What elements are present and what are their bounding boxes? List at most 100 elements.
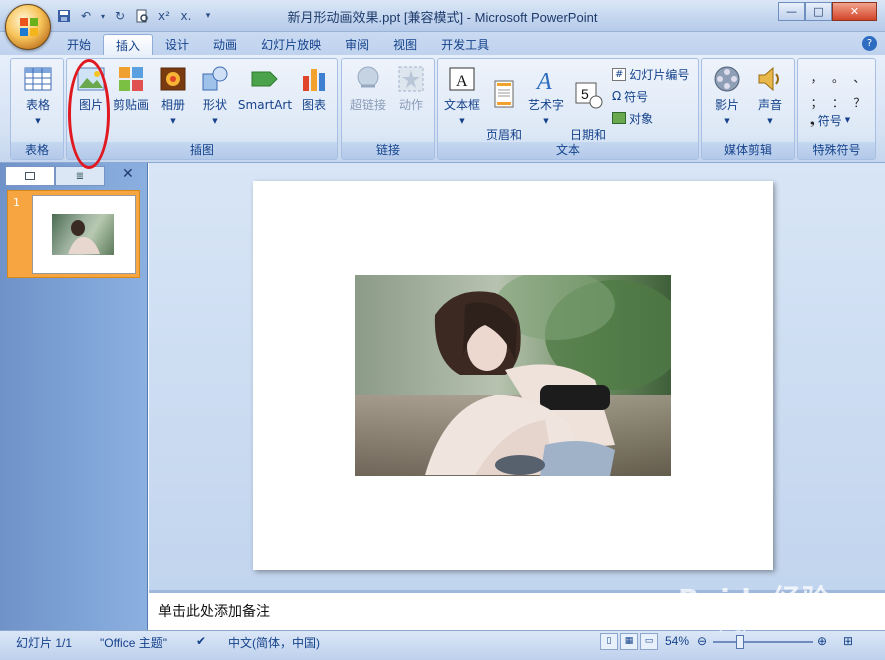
photo-album-label: 相册: [160, 98, 185, 112]
slide-photo[interactable]: [355, 275, 671, 476]
office-button[interactable]: [5, 4, 51, 50]
tab-insert[interactable]: 插入: [103, 34, 154, 56]
symbol-dot-icon: ❟: [810, 112, 815, 127]
clipart-button[interactable]: 剪贴画: [111, 64, 151, 113]
slide-number-icon: #: [612, 67, 627, 81]
watermark-logo: Baidu经验: [678, 583, 831, 616]
photo-album-button[interactable]: 相册 ▼: [155, 64, 191, 129]
chevron-down-icon: ▼: [724, 117, 730, 125]
hyperlink-label: 超链接: [349, 98, 386, 112]
tab-developer[interactable]: 开发工具: [429, 34, 501, 56]
fit-window-icon[interactable]: ⊞: [843, 634, 853, 648]
textbox-icon: A: [449, 67, 475, 91]
symbol-enum-comma[interactable]: 、: [849, 69, 870, 86]
object-label: 对象: [629, 111, 654, 126]
ribbon: 表格 ▼ 表格 图片 剪贴画 相册 ▼ 形状 ▼ SmartArt 图表 插图 …: [0, 55, 885, 163]
close-panel-icon[interactable]: ✕: [122, 166, 134, 182]
group-text: A 文本框 ▼ 页眉和 页脚 A 艺术字 ▼ 5: [437, 58, 699, 160]
table-button[interactable]: 表格 ▼: [19, 64, 57, 129]
window-title: 新月形动画效果.ppt [兼容模式] - Microsoft PowerPoin…: [287, 10, 598, 25]
ribbon-tab-row: 开始 插入 设计 动画 幻灯片放映 审阅 视图 开发工具 ?: [0, 32, 885, 56]
special-symbol-button[interactable]: ❟ 符号 ▼: [810, 111, 850, 129]
chevron-down-icon: ▼: [543, 117, 549, 125]
slides-tab-icon: [25, 172, 35, 180]
symbol-period[interactable]: 。: [827, 69, 848, 86]
zoom-slider[interactable]: [713, 641, 813, 643]
spellcheck-icon[interactable]: ✔: [196, 634, 206, 648]
tab-view[interactable]: 视图: [381, 34, 429, 56]
zoom-out-icon[interactable]: ⊖: [697, 634, 707, 648]
textbox-button[interactable]: A 文本框 ▼: [442, 64, 482, 129]
smartart-label: SmartArt: [237, 98, 293, 112]
chart-button[interactable]: 图表: [295, 64, 333, 113]
hyperlink-button[interactable]: 超链接: [346, 64, 390, 113]
normal-view-icon[interactable]: ▯: [600, 633, 618, 650]
outline-tab-icon: ≣: [75, 170, 85, 182]
calendar-clock-icon: 5: [575, 82, 603, 109]
slideshow-view-icon[interactable]: ▭: [640, 633, 658, 650]
smartart-button[interactable]: SmartArt: [237, 64, 293, 113]
globe-link-icon: [357, 66, 379, 88]
sound-label: 声音: [757, 98, 782, 112]
help-icon[interactable]: ?: [862, 36, 877, 51]
maximize-button[interactable]: □: [805, 2, 832, 21]
tab-review[interactable]: 审阅: [333, 34, 381, 56]
movie-button[interactable]: 影片 ▼: [706, 64, 748, 129]
close-button[interactable]: ✕: [832, 2, 877, 21]
symbol-comma[interactable]: ，: [806, 69, 827, 86]
textbox-label: 文本框: [443, 98, 480, 112]
chart-icon: [303, 69, 325, 91]
tab-design[interactable]: 设计: [153, 34, 201, 56]
svg-text:A: A: [456, 73, 468, 90]
photo-image: [355, 275, 671, 476]
film-reel-icon: [714, 66, 740, 92]
photo-album-icon: [160, 67, 186, 91]
notes-placeholder[interactable]: 单击此处添加备注: [158, 601, 270, 621]
tab-outline[interactable]: ≣: [55, 166, 105, 186]
sound-button[interactable]: 声音 ▼: [750, 64, 790, 129]
group-links: 超链接 动作 链接: [341, 58, 435, 160]
smartart-icon: [251, 71, 278, 87]
wordart-icon: A: [535, 69, 552, 94]
clipart-icon: [119, 67, 143, 91]
zoom-slider-thumb[interactable]: [736, 635, 744, 649]
slide-number-button[interactable]: # 幻灯片编号: [612, 65, 689, 83]
speaker-icon: [758, 66, 779, 92]
chevron-down-icon: ▼: [459, 117, 465, 125]
object-icon: [612, 112, 626, 124]
tab-slideshow[interactable]: 幻灯片放映: [249, 34, 333, 56]
minimize-button[interactable]: —: [778, 2, 805, 21]
group-label-illustrations: 插图: [67, 142, 337, 159]
tab-slides[interactable]: [5, 166, 55, 186]
symbol-question[interactable]: ？: [849, 94, 870, 111]
zoom-level[interactable]: 54%: [665, 634, 689, 648]
language-status[interactable]: 中文(简体，中国): [228, 634, 320, 651]
slide-sorter-icon[interactable]: ▦: [620, 633, 638, 650]
chart-label: 图表: [301, 98, 326, 112]
chevron-down-icon: ▼: [170, 117, 176, 125]
action-button[interactable]: 动作: [392, 64, 430, 113]
svg-text:A: A: [535, 69, 552, 94]
action-label: 动作: [398, 98, 423, 112]
wordart-button[interactable]: A 艺术字 ▼: [526, 64, 566, 129]
group-special-symbols: ， 。 、 ； ： ？ ❟ 符号 ▼ 特殊符号: [797, 58, 876, 160]
chevron-down-icon: ▼: [844, 116, 851, 124]
omega-icon: Ω: [612, 89, 622, 103]
object-button[interactable]: 对象: [612, 109, 653, 127]
group-label-table: 表格: [11, 142, 63, 159]
symbol-semicolon[interactable]: ；: [806, 94, 827, 111]
symbol-colon[interactable]: ：: [827, 94, 848, 111]
table-label: 表格: [25, 98, 50, 112]
special-symbol-label: 符号: [817, 113, 842, 128]
group-label-media: 媒体剪辑: [702, 142, 794, 159]
tab-home[interactable]: 开始: [55, 34, 103, 56]
symbol-button[interactable]: Ω 符号: [612, 87, 648, 105]
tab-animations[interactable]: 动画: [201, 34, 249, 56]
group-table: 表格 ▼ 表格: [10, 58, 64, 160]
theme-status[interactable]: "Office 主题": [100, 634, 167, 651]
office-logo-icon: [20, 18, 38, 36]
wordart-label: 艺术字: [527, 98, 564, 112]
slide-count-status: 幻灯片 1/1: [16, 636, 73, 650]
shapes-button[interactable]: 形状 ▼: [195, 64, 235, 129]
zoom-in-icon[interactable]: ⊕: [817, 634, 827, 648]
